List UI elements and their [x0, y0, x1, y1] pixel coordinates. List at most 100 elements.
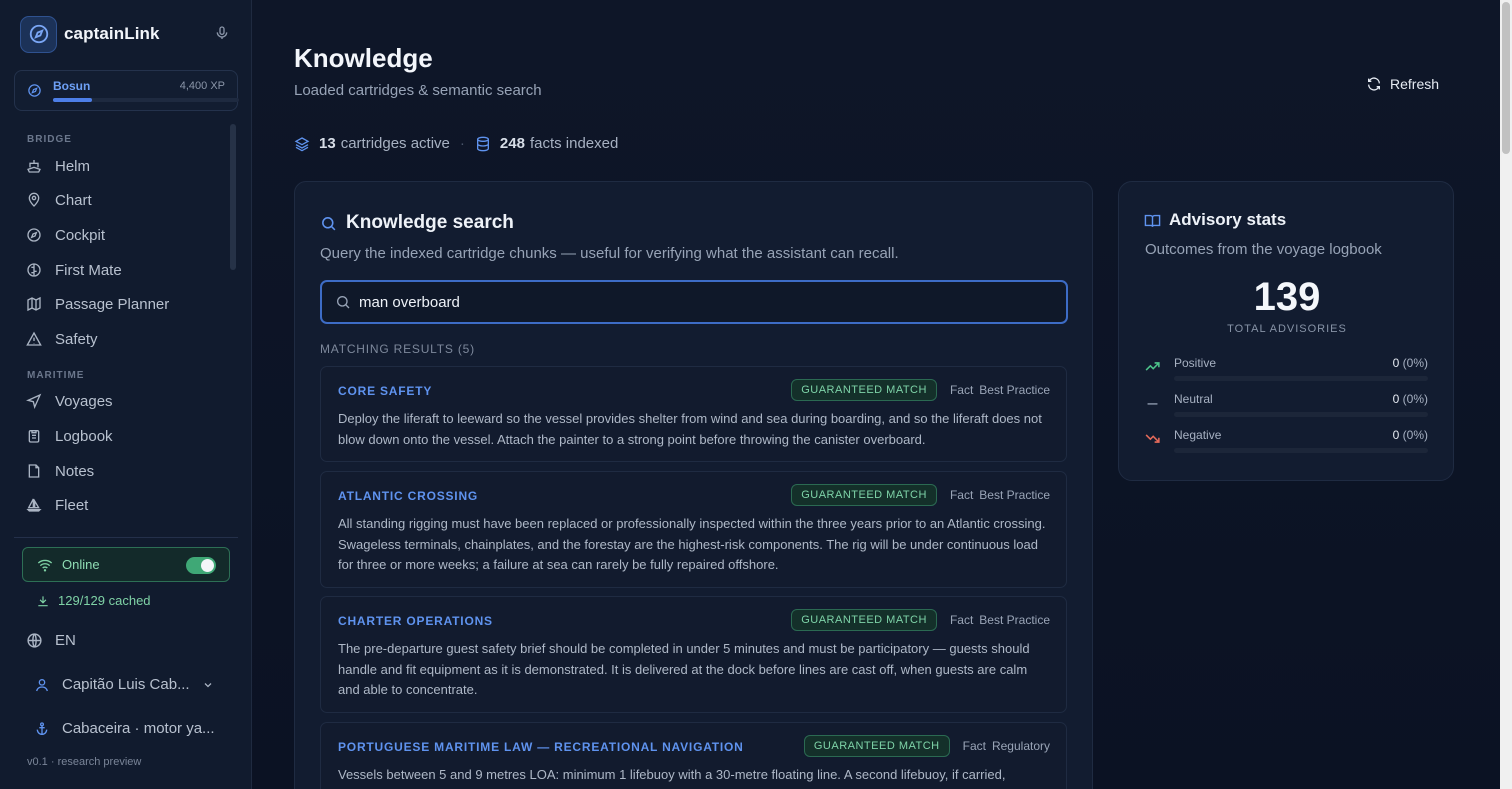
- stat-name: Positive: [1174, 356, 1217, 370]
- result-text: Vessels between 5 and 9 metres LOA: mini…: [338, 767, 1006, 782]
- nav-scrollbar[interactable]: [230, 124, 236, 270]
- anchor-icon: [36, 721, 48, 735]
- download-icon: [38, 595, 48, 606]
- page-title: Knowledge: [294, 43, 433, 73]
- language-selector[interactable]: EN: [26, 632, 76, 649]
- nav-item-cockpit[interactable]: Cockpit: [20, 220, 220, 250]
- search-icon: [322, 216, 336, 230]
- nav-item-fleet[interactable]: Fleet: [20, 490, 220, 520]
- stat-bar: [1174, 412, 1428, 417]
- vessel-selector[interactable]: Cabaceira · motor ya...: [34, 720, 215, 737]
- sidebar-divider: [14, 537, 238, 538]
- stat-negative: Negative 0 (0%): [1144, 428, 1428, 458]
- xp-amount: 4,400 XP: [179, 80, 225, 92]
- result-type: Fact: [949, 488, 974, 502]
- match-badge: GUARANTEED MATCH: [803, 735, 950, 757]
- page-scrollbar[interactable]: [1500, 0, 1512, 789]
- nav-item-label: Passage Planner: [55, 295, 170, 313]
- map-icon: [27, 296, 41, 312]
- stat-neutral: Neutral 0 (0%): [1144, 392, 1428, 422]
- layers-icon: [294, 136, 310, 151]
- advisory-stats-card: Advisory stats Outcomes from the voyage …: [1118, 181, 1454, 481]
- knowledge-search-panel: Knowledge search Query the indexed cartr…: [294, 181, 1093, 789]
- panel-title-text: Knowledge search: [346, 212, 514, 233]
- compass-icon: [27, 83, 42, 103]
- result-text: All standing rigging must have been repl…: [338, 516, 1046, 572]
- online-toggle[interactable]: [186, 557, 216, 574]
- sidebar: captainLink Bosun 4,400 XP BRIDGE Helm C…: [0, 0, 252, 789]
- stat-bar: [1174, 448, 1428, 453]
- search-field[interactable]: [320, 280, 1068, 324]
- nav-item-voyages[interactable]: Voyages: [20, 386, 220, 416]
- online-status[interactable]: Online: [22, 547, 230, 582]
- stat-value: 0 (0%): [1392, 392, 1428, 406]
- warning-icon: [26, 331, 42, 346]
- nav-item-label: Logbook: [55, 427, 113, 445]
- nav-item-label: Chart: [55, 191, 92, 209]
- xp-progress-track: [53, 98, 239, 102]
- nav-item-label: Voyages: [55, 392, 113, 410]
- results-count: MATCHING RESULTS (5): [320, 342, 475, 356]
- total-advisories-label: TOTAL ADVISORIES: [1227, 323, 1347, 335]
- match-badge: GUARANTEED MATCH: [791, 609, 937, 631]
- refresh-label: Refresh: [1390, 76, 1440, 92]
- stat-name: Neutral: [1174, 392, 1213, 406]
- chevron-down-icon: [204, 682, 212, 687]
- facts-label: facts indexed: [529, 135, 619, 152]
- nav-item-logbook[interactable]: Logbook: [20, 421, 220, 451]
- search-input[interactable]: [359, 293, 1039, 311]
- nav-item-notes[interactable]: Notes: [20, 456, 220, 486]
- refresh-icon: [1368, 77, 1380, 91]
- globe-icon: [27, 633, 42, 648]
- scrollbar-thumb[interactable]: [1502, 2, 1510, 154]
- cartridges-label: cartridges active: [340, 135, 450, 152]
- result-card[interactable]: CHARTER OPERATIONS GUARANTEED MATCH Fact…: [320, 596, 1067, 713]
- refresh-button[interactable]: Refresh: [1366, 73, 1439, 95]
- trending-down-icon: [1145, 434, 1160, 443]
- result-kind: Best Practice: [979, 488, 1050, 502]
- stat-bar: [1174, 376, 1428, 381]
- result-kind: Best Practice: [979, 613, 1050, 627]
- result-card[interactable]: CORE SAFETY GUARANTEED MATCH Fact Best P…: [320, 366, 1067, 462]
- nav-item-helm[interactable]: Helm: [20, 151, 220, 181]
- stat-name: Negative: [1174, 428, 1222, 442]
- result-type: Fact: [962, 739, 986, 753]
- nav-item-chart[interactable]: Chart: [20, 185, 220, 215]
- result-text: The pre-departure guest safety brief sho…: [338, 641, 1030, 697]
- result-type: Fact: [949, 383, 974, 397]
- search-icon: [337, 296, 350, 309]
- stat-value: 0 (0%): [1392, 428, 1428, 442]
- nav-item-first-mate[interactable]: First Mate: [20, 255, 220, 285]
- advisory-title: Advisory stats: [1144, 210, 1286, 230]
- captain-name: Capitão Luis Cab...: [62, 676, 190, 693]
- result-card[interactable]: ATLANTIC CROSSING GUARANTEED MATCH Fact …: [320, 471, 1067, 588]
- minus-icon: [1147, 403, 1158, 405]
- microphone-icon[interactable]: [214, 24, 230, 47]
- cache-label: 129/129 cached: [58, 593, 151, 608]
- vessel-name: Cabaceira · motor ya...: [62, 720, 215, 737]
- rank-card[interactable]: Bosun 4,400 XP: [14, 70, 239, 111]
- result-kind: Regulatory: [991, 739, 1050, 753]
- advisory-description: Outcomes from the voyage logbook: [1145, 241, 1382, 258]
- result-tags: GUARANTEED MATCH Fact Regulatory: [803, 735, 1050, 757]
- wifi-icon: [37, 559, 53, 572]
- captain-selector[interactable]: Capitão Luis Cab...: [34, 676, 226, 693]
- nav-item-safety[interactable]: Safety: [20, 324, 220, 354]
- sailboat-icon: [26, 498, 42, 512]
- result-card[interactable]: PORTUGUESE MARITIME LAW — RECREATIONAL N…: [320, 722, 1067, 789]
- map-pin-icon: [28, 192, 40, 207]
- cache-status: 129/129 cached: [36, 593, 151, 608]
- advisory-title-text: Advisory stats: [1169, 210, 1287, 229]
- page-subtitle: Loaded cartridges & semantic search: [294, 82, 542, 99]
- nav-item-label: Safety: [55, 330, 98, 348]
- index-summary: 13 cartridges active · 248 facts indexed: [294, 135, 618, 152]
- trending-up-icon: [1145, 362, 1160, 371]
- nav-item-passage-planner[interactable]: Passage Planner: [20, 289, 220, 319]
- nav-item-label: Helm: [55, 157, 91, 175]
- result-tags: GUARANTEED MATCH Fact Best Practice: [791, 484, 1050, 506]
- stat-positive: Positive 0 (0%): [1144, 356, 1428, 386]
- brand[interactable]: captainLink: [20, 15, 232, 53]
- result-text: Deploy the liferaft to leeward so the ve…: [338, 411, 1042, 447]
- cartridges-count: 13: [319, 135, 336, 152]
- result-category: PORTUGUESE MARITIME LAW — RECREATIONAL N…: [338, 740, 744, 754]
